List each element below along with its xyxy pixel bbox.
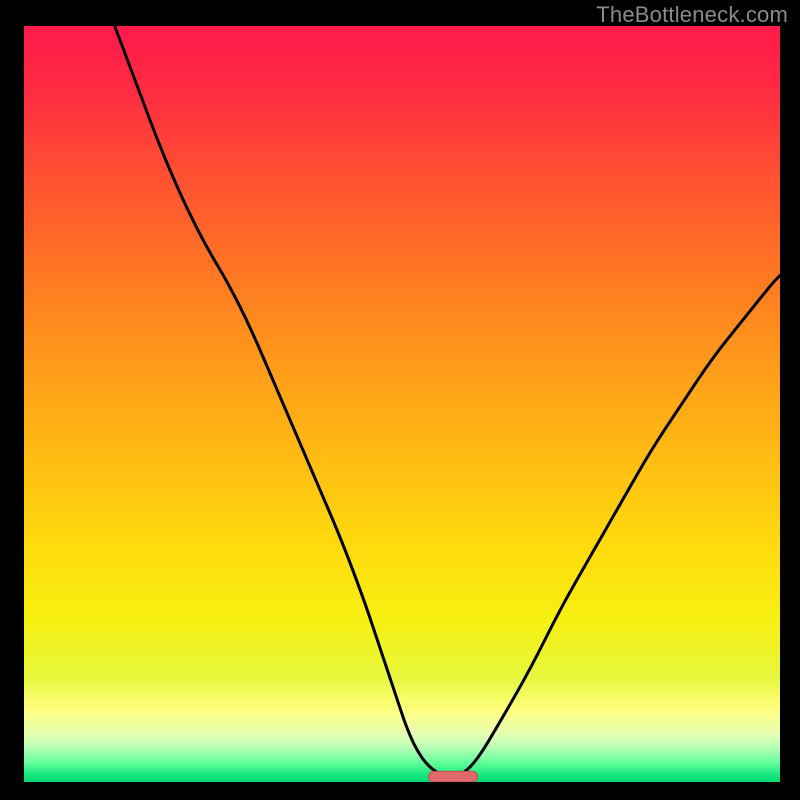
marker-layer [428, 771, 477, 782]
bottleneck-curve-chart [24, 26, 780, 782]
chart-frame: TheBottleneck.com [0, 0, 800, 800]
watermark: TheBottleneck.com [596, 2, 788, 28]
optimal-range-marker [428, 771, 477, 782]
gradient-background [24, 26, 780, 782]
plot-area [24, 26, 780, 782]
